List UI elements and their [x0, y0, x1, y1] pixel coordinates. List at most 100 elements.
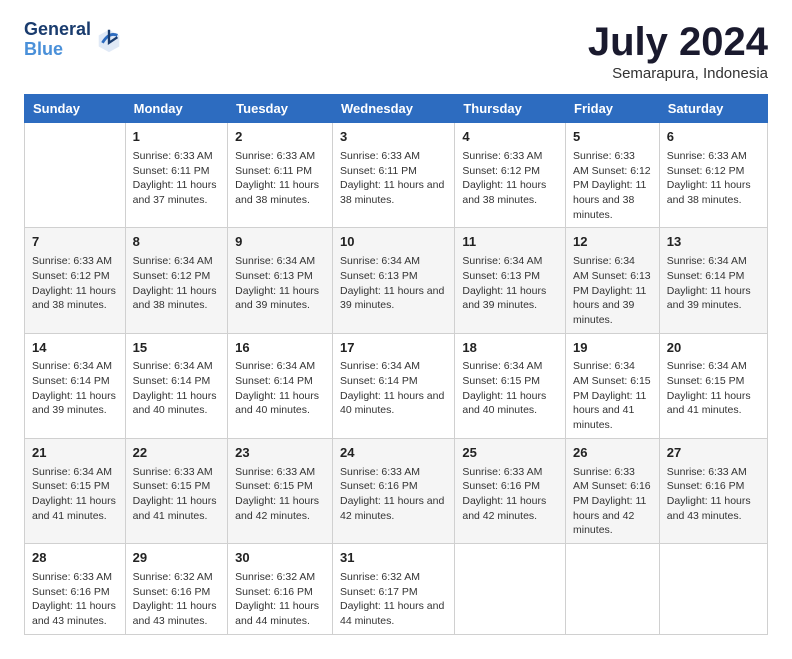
calendar-cell — [455, 544, 566, 635]
calendar-week-row: 1 Sunrise: 6:33 AM Sunset: 6:11 PM Daylig… — [25, 123, 768, 228]
day-info: Sunrise: 6:33 AM Sunset: 6:12 PM Dayligh… — [573, 149, 652, 222]
day-info: Sunrise: 6:33 AM Sunset: 6:16 PM Dayligh… — [462, 465, 558, 524]
calendar-week-row: 28 Sunrise: 6:33 AM Sunset: 6:16 PM Dayli… — [25, 544, 768, 635]
logo: GeneralBlue — [24, 20, 123, 60]
day-number: 14 — [32, 339, 118, 358]
day-info: Sunrise: 6:34 AM Sunset: 6:15 PM Dayligh… — [667, 359, 760, 418]
day-number: 8 — [133, 233, 221, 252]
day-number: 31 — [340, 549, 447, 568]
day-info: Sunrise: 6:34 AM Sunset: 6:13 PM Dayligh… — [340, 254, 447, 313]
calendar-cell: 26 Sunrise: 6:33 AM Sunset: 6:16 PM Dayli… — [566, 438, 660, 543]
day-number: 30 — [235, 549, 325, 568]
day-info: Sunrise: 6:32 AM Sunset: 6:16 PM Dayligh… — [133, 570, 221, 629]
day-info: Sunrise: 6:34 AM Sunset: 6:14 PM Dayligh… — [133, 359, 221, 418]
calendar-cell: 10 Sunrise: 6:34 AM Sunset: 6:13 PM Dayli… — [333, 228, 455, 333]
day-number: 13 — [667, 233, 760, 252]
day-number: 18 — [462, 339, 558, 358]
calendar-cell: 17Sunrise: 6:34 AM Sunset: 6:14 PM Dayli… — [333, 333, 455, 438]
calendar-cell: 24Sunrise: 6:33 AM Sunset: 6:16 PM Dayli… — [333, 438, 455, 543]
day-number: 22 — [133, 444, 221, 463]
day-number: 2 — [235, 128, 325, 147]
day-number: 3 — [340, 128, 447, 147]
day-info: Sunrise: 6:34 AM Sunset: 6:13 PM Dayligh… — [235, 254, 325, 313]
calendar-cell: 23 Sunrise: 6:33 AM Sunset: 6:15 PM Dayli… — [228, 438, 333, 543]
page-header: GeneralBlue July 2024 Semarapura, Indone… — [24, 20, 768, 82]
day-info: Sunrise: 6:32 AM Sunset: 6:17 PM Dayligh… — [340, 570, 447, 629]
calendar-cell: 19Sunrise: 6:34 AM Sunset: 6:15 PM Dayli… — [566, 333, 660, 438]
day-info: Sunrise: 6:34 AM Sunset: 6:14 PM Dayligh… — [235, 359, 325, 418]
day-info: Sunrise: 6:33 AM Sunset: 6:12 PM Dayligh… — [462, 149, 558, 208]
day-info: Sunrise: 6:34 AM Sunset: 6:13 PM Dayligh… — [573, 254, 652, 327]
day-number: 17 — [340, 339, 447, 358]
calendar-cell: 31 Sunrise: 6:32 AM Sunset: 6:17 PM Dayli… — [333, 544, 455, 635]
main-title: July 2024 — [588, 20, 768, 65]
calendar-header-row: SundayMondayTuesdayWednesdayThursdayFrid… — [25, 95, 768, 123]
day-number: 25 — [462, 444, 558, 463]
day-info: Sunrise: 6:33 AM Sunset: 6:11 PM Dayligh… — [340, 149, 447, 208]
day-info: Sunrise: 6:34 AM Sunset: 6:14 PM Dayligh… — [667, 254, 760, 313]
day-number: 26 — [573, 444, 652, 463]
day-number: 20 — [667, 339, 760, 358]
calendar-week-row: 21 Sunrise: 6:34 AM Sunset: 6:15 PM Dayli… — [25, 438, 768, 543]
day-number: 21 — [32, 444, 118, 463]
calendar-week-row: 14Sunrise: 6:34 AM Sunset: 6:14 PM Dayli… — [25, 333, 768, 438]
day-info: Sunrise: 6:33 AM Sunset: 6:15 PM Dayligh… — [133, 465, 221, 524]
day-number: 10 — [340, 233, 447, 252]
day-number: 28 — [32, 549, 118, 568]
day-number: 12 — [573, 233, 652, 252]
header-wednesday: Wednesday — [333, 95, 455, 123]
calendar-cell: 4Sunrise: 6:33 AM Sunset: 6:12 PM Daylig… — [455, 123, 566, 228]
calendar-cell — [25, 123, 126, 228]
calendar-cell — [566, 544, 660, 635]
calendar-cell: 8Sunrise: 6:34 AM Sunset: 6:12 PM Daylig… — [125, 228, 228, 333]
calendar-cell: 6Sunrise: 6:33 AM Sunset: 6:12 PM Daylig… — [659, 123, 767, 228]
logo-icon — [95, 26, 123, 54]
calendar-cell: 9 Sunrise: 6:34 AM Sunset: 6:13 PM Daylig… — [228, 228, 333, 333]
header-sunday: Sunday — [25, 95, 126, 123]
day-number: 23 — [235, 444, 325, 463]
day-info: Sunrise: 6:34 AM Sunset: 6:15 PM Dayligh… — [462, 359, 558, 418]
calendar-cell: 2Sunrise: 6:33 AM Sunset: 6:11 PM Daylig… — [228, 123, 333, 228]
calendar-cell: 25 Sunrise: 6:33 AM Sunset: 6:16 PM Dayli… — [455, 438, 566, 543]
calendar-cell: 30 Sunrise: 6:32 AM Sunset: 6:16 PM Dayli… — [228, 544, 333, 635]
day-info: Sunrise: 6:34 AM Sunset: 6:15 PM Dayligh… — [573, 359, 652, 432]
subtitle: Semarapura, Indonesia — [588, 65, 768, 82]
day-number: 16 — [235, 339, 325, 358]
day-number: 11 — [462, 233, 558, 252]
logo-text: GeneralBlue — [24, 20, 91, 60]
day-number: 27 — [667, 444, 760, 463]
day-info: Sunrise: 6:34 AM Sunset: 6:13 PM Dayligh… — [462, 254, 558, 313]
day-info: Sunrise: 6:33 AM Sunset: 6:15 PM Dayligh… — [235, 465, 325, 524]
day-info: Sunrise: 6:33 AM Sunset: 6:12 PM Dayligh… — [32, 254, 118, 313]
day-info: Sunrise: 6:34 AM Sunset: 6:15 PM Dayligh… — [32, 465, 118, 524]
calendar-cell: 7Sunrise: 6:33 AM Sunset: 6:12 PM Daylig… — [25, 228, 126, 333]
calendar-cell: 27Sunrise: 6:33 AM Sunset: 6:16 PM Dayli… — [659, 438, 767, 543]
calendar-cell: 21 Sunrise: 6:34 AM Sunset: 6:15 PM Dayli… — [25, 438, 126, 543]
title-block: July 2024 Semarapura, Indonesia — [588, 20, 768, 82]
header-monday: Monday — [125, 95, 228, 123]
calendar-cell: 15Sunrise: 6:34 AM Sunset: 6:14 PM Dayli… — [125, 333, 228, 438]
day-number: 19 — [573, 339, 652, 358]
header-thursday: Thursday — [455, 95, 566, 123]
header-friday: Friday — [566, 95, 660, 123]
calendar-cell: 13 Sunrise: 6:34 AM Sunset: 6:14 PM Dayli… — [659, 228, 767, 333]
day-info: Sunrise: 6:33 AM Sunset: 6:11 PM Dayligh… — [133, 149, 221, 208]
day-number: 29 — [133, 549, 221, 568]
calendar-cell: 1 Sunrise: 6:33 AM Sunset: 6:11 PM Daylig… — [125, 123, 228, 228]
day-info: Sunrise: 6:33 AM Sunset: 6:16 PM Dayligh… — [573, 465, 652, 538]
day-number: 15 — [133, 339, 221, 358]
calendar-cell: 22 Sunrise: 6:33 AM Sunset: 6:15 PM Dayli… — [125, 438, 228, 543]
header-tuesday: Tuesday — [228, 95, 333, 123]
day-number: 1 — [133, 128, 221, 147]
calendar-cell: 16Sunrise: 6:34 AM Sunset: 6:14 PM Dayli… — [228, 333, 333, 438]
calendar-cell: 14Sunrise: 6:34 AM Sunset: 6:14 PM Dayli… — [25, 333, 126, 438]
day-number: 6 — [667, 128, 760, 147]
day-number: 9 — [235, 233, 325, 252]
day-info: Sunrise: 6:32 AM Sunset: 6:16 PM Dayligh… — [235, 570, 325, 629]
day-info: Sunrise: 6:34 AM Sunset: 6:14 PM Dayligh… — [340, 359, 447, 418]
day-info: Sunrise: 6:33 AM Sunset: 6:16 PM Dayligh… — [32, 570, 118, 629]
calendar-cell: 20Sunrise: 6:34 AM Sunset: 6:15 PM Dayli… — [659, 333, 767, 438]
calendar-table: SundayMondayTuesdayWednesdayThursdayFrid… — [24, 94, 768, 635]
day-info: Sunrise: 6:34 AM Sunset: 6:14 PM Dayligh… — [32, 359, 118, 418]
day-number: 5 — [573, 128, 652, 147]
